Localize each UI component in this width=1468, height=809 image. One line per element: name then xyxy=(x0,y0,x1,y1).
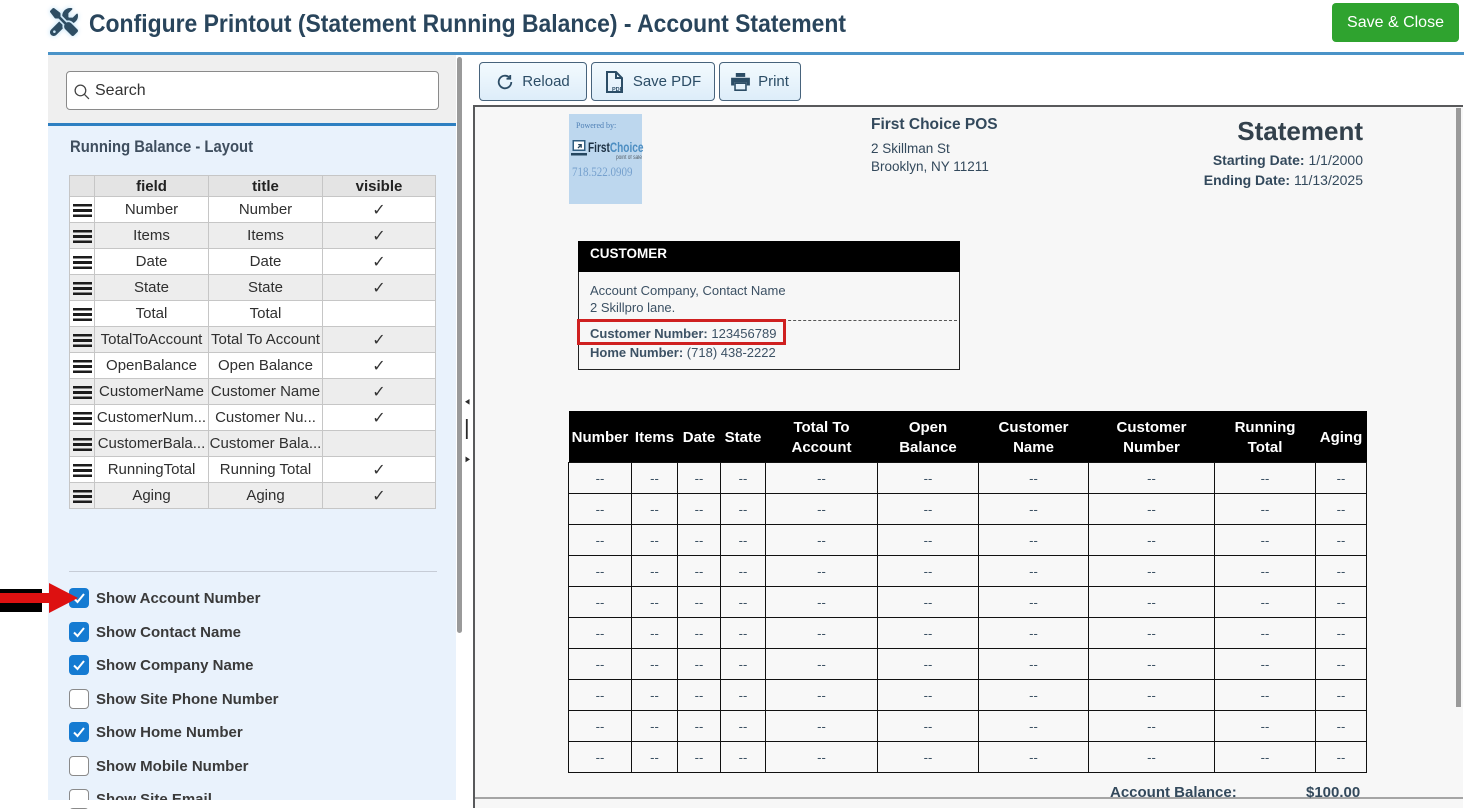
svg-text:PDF: PDF xyxy=(612,87,624,93)
